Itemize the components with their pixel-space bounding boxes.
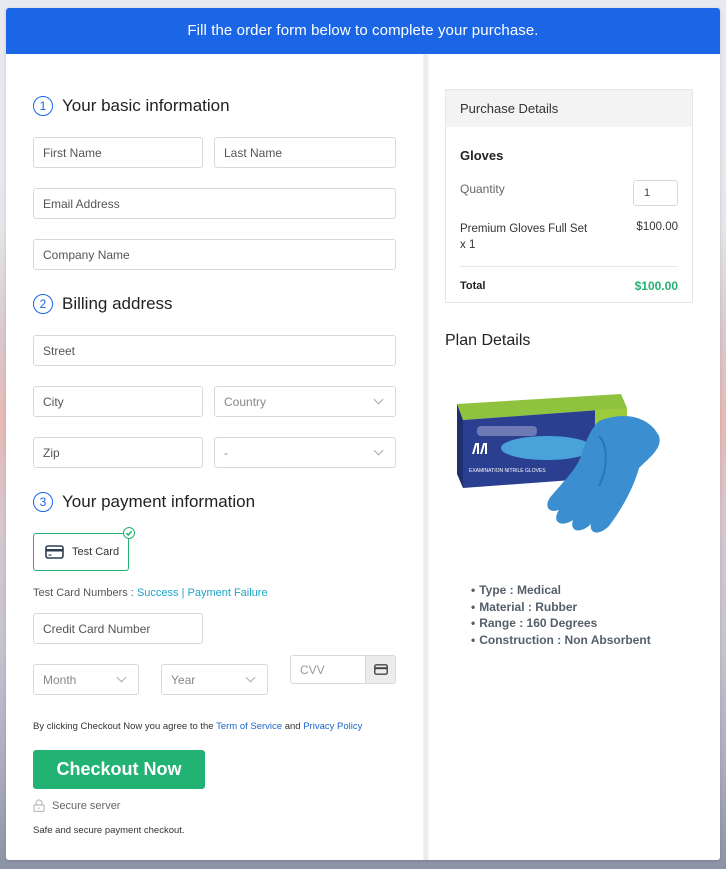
year-select[interactable]: Year (161, 664, 268, 695)
month-select[interactable]: Month (33, 664, 139, 695)
zip-input[interactable]: Zip (33, 437, 203, 468)
credit-card-icon (373, 664, 388, 675)
payment-method-label: Test Card (72, 546, 120, 558)
first-name-input[interactable]: First Name (33, 137, 203, 168)
terms-prefix: By clicking Checkout Now you agree to th… (33, 721, 214, 732)
section-payment: 3 Your payment information (33, 492, 255, 512)
box-caption: EXAMINATION NITRILE GLOVES (469, 468, 546, 474)
link-separator: | (181, 587, 185, 599)
lock-icon (33, 799, 45, 812)
test-card-numbers: Test Card Numbers : Success | Payment Fa… (33, 587, 268, 599)
line-item-qty: x 1 (460, 239, 476, 251)
feature-item: Material : Rubber (471, 599, 651, 616)
total-label: Total (460, 280, 486, 292)
secure-server-label: Secure server (52, 799, 121, 812)
order-form: 1 Your basic information First Name Last… (6, 54, 423, 860)
step-number-1: 1 (33, 96, 53, 116)
country-select-value: Country (224, 394, 267, 409)
feature-item: Type : Medical (471, 582, 651, 599)
line-item: Premium Gloves Full Set x 1 (460, 221, 595, 253)
credit-card-icon (45, 545, 64, 559)
state-select-value: - (224, 445, 228, 460)
city-input[interactable]: City (33, 386, 203, 417)
section-title: Billing address (62, 294, 173, 313)
company-input[interactable]: Company Name (33, 239, 396, 270)
feature-item: Construction : Non Absorbent (471, 632, 651, 649)
test-numbers-label: Test Card Numbers : (33, 587, 134, 599)
quantity-label: Quantity (460, 182, 505, 196)
quantity-input[interactable]: 1 (633, 180, 678, 206)
section-billing: 2 Billing address (33, 294, 173, 314)
section-basic-info: 1 Your basic information (33, 96, 230, 116)
step-number-2: 2 (33, 294, 53, 314)
state-select[interactable]: - (214, 437, 396, 468)
credit-card-number-input[interactable]: Credit Card Number (33, 613, 203, 644)
chevron-down-icon (373, 445, 384, 456)
feature-item: Range : 160 Degrees (471, 615, 651, 632)
checkout-now-button[interactable]: Checkout Now (33, 750, 205, 789)
product-name: Gloves (460, 148, 504, 163)
summary-divider (460, 266, 678, 267)
product-image: EXAMINATION NITRILE GLOVES 100 PCS (457, 394, 660, 533)
step-number-3: 3 (33, 492, 53, 512)
safe-checkout-text: Safe and secure payment checkout. (33, 825, 185, 836)
purchase-details-box: Purchase Details Gloves Quantity 1 Premi… (445, 89, 693, 303)
chevron-down-icon (116, 672, 127, 683)
line-item-name: Premium Gloves Full Set (460, 223, 588, 235)
month-select-value: Month (43, 672, 77, 687)
year-select-value: Year (171, 672, 196, 687)
cvv-card-button[interactable] (365, 656, 395, 683)
section-title: Your payment information (62, 492, 256, 511)
chevron-down-icon (245, 672, 256, 683)
success-link[interactable]: Success (137, 587, 179, 599)
terms-and: and (284, 721, 301, 732)
privacy-policy-link[interactable]: Privacy Policy (303, 721, 362, 732)
section-title: Your basic information (62, 96, 230, 115)
cvv-field: CVV (290, 655, 396, 684)
chevron-down-icon (373, 394, 384, 405)
checkout-card: Fill the order form below to complete yo… (6, 8, 720, 860)
country-select[interactable]: Country (214, 386, 396, 417)
secure-server: Secure server (33, 799, 120, 812)
plan-details-title: Plan Details (445, 332, 531, 349)
purchase-details-header: Purchase Details (446, 90, 692, 127)
payment-method-test-card[interactable]: Test Card (33, 527, 135, 571)
selected-check-icon (123, 527, 135, 539)
street-input[interactable]: Street (33, 335, 396, 366)
cvv-input[interactable]: CVV (291, 656, 365, 683)
plan-features: Type : Medical Material : Rubber Range :… (471, 582, 651, 648)
order-summary: Purchase Details Gloves Quantity 1 Premi… (429, 54, 720, 860)
email-input[interactable]: Email Address (33, 188, 396, 219)
terms-agreement: By clicking Checkout Now you agree to th… (33, 721, 362, 732)
line-item-price: $100.00 (636, 221, 678, 233)
last-name-input[interactable]: Last Name (214, 137, 396, 168)
total-value: $100.00 (634, 279, 678, 293)
payment-failure-link[interactable]: Payment Failure (188, 587, 268, 599)
header-banner: Fill the order form below to complete yo… (6, 8, 720, 54)
terms-of-service-link[interactable]: Term of Service (216, 721, 282, 732)
